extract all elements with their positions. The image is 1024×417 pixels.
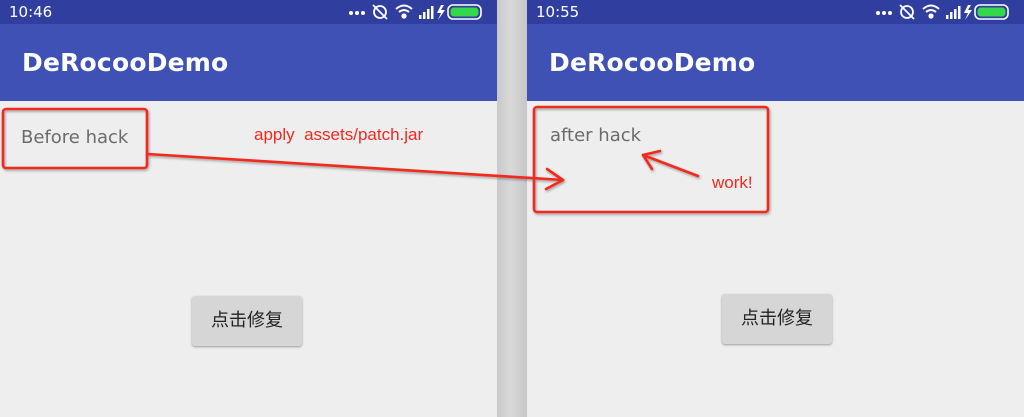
status-icons	[349, 3, 489, 21]
signal-icon	[419, 6, 434, 19]
status-time: 10:55	[536, 3, 580, 21]
alarm-icon	[372, 4, 388, 20]
app-bar: DeRocooDemo	[0, 24, 497, 101]
before-hack-text: Before hack	[21, 127, 129, 148]
signal-icon	[946, 6, 961, 19]
more-dots-icon	[876, 11, 892, 15]
status-time: 10:46	[9, 3, 53, 21]
more-dots-icon	[349, 11, 365, 15]
status-bar: 10:55	[527, 0, 1024, 24]
status-icons	[876, 3, 1016, 21]
app-title: DeRocooDemo	[22, 48, 229, 77]
fix-button[interactable]: 点击修复	[722, 294, 832, 344]
app-title: DeRocooDemo	[549, 48, 756, 77]
apply-patch-annotation: apply assets/patch.jar	[254, 125, 424, 144]
screen-divider	[497, 0, 527, 417]
charging-icon	[437, 5, 445, 20]
work-annotation: work!	[712, 173, 753, 192]
battery-icon	[447, 4, 482, 20]
fix-button[interactable]: 点击修复	[192, 296, 302, 346]
app-bar: DeRocooDemo	[527, 24, 1024, 101]
alarm-icon	[899, 4, 915, 20]
wifi-icon	[922, 4, 940, 19]
wifi-icon	[395, 4, 413, 19]
status-bar: 10:46	[0, 0, 497, 24]
left-phone-screen: 10:46 DeRocooDemo Before hack 点击修复	[0, 0, 497, 417]
right-phone-screen: 10:55 DeRocooDemo after hack 点击修复	[527, 0, 1024, 417]
charging-icon	[964, 5, 972, 20]
battery-icon	[974, 4, 1009, 20]
after-hack-text: after hack	[550, 125, 642, 146]
